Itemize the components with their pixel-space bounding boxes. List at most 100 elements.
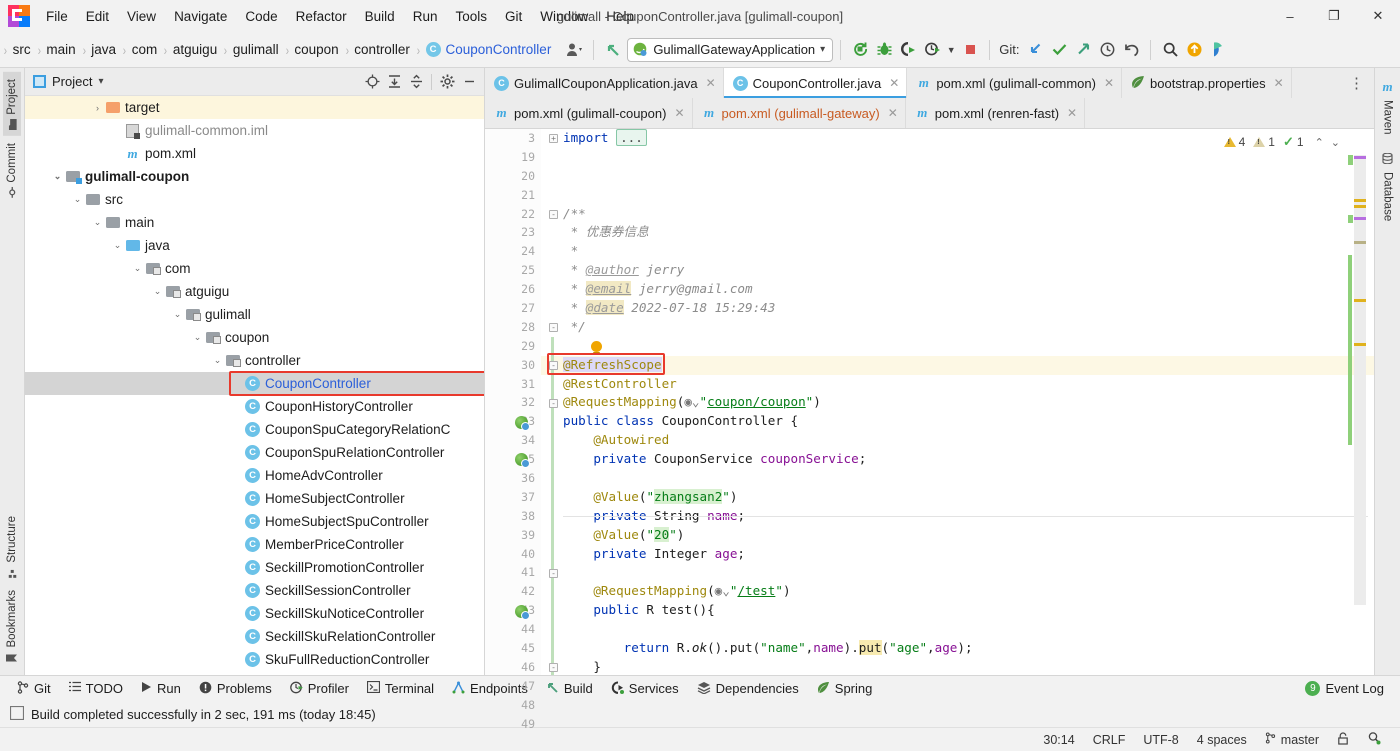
tree-expand-arrow[interactable]: ⌄ [171, 309, 184, 320]
spring-bean-gutter-icon[interactable] [515, 415, 530, 431]
web-mapping-icon[interactable]: ◉⌄ [684, 394, 699, 409]
tree-item-seckillskurelationcontroller[interactable]: C SeckillSkuRelationController [25, 625, 484, 648]
code-line-22[interactable]: /** [541, 205, 1374, 224]
profile-icon[interactable] [920, 38, 944, 62]
code-line-20[interactable] [541, 167, 1374, 186]
code-line-26[interactable]: * @email jerry@gmail.com [541, 280, 1374, 299]
hide-panel-icon[interactable] [458, 71, 480, 93]
toolwindow-terminal[interactable]: Terminal [358, 678, 443, 699]
event-log-button[interactable]: 9 Event Log [1305, 681, 1392, 696]
tree-expand-arrow[interactable]: ⌄ [131, 263, 144, 274]
code-fold-marker[interactable]: + [549, 134, 558, 143]
toolwindow-todo[interactable]: TODO [60, 678, 132, 699]
code-fold-marker[interactable]: - [549, 663, 558, 673]
close-icon[interactable]: ✕ [1274, 76, 1284, 90]
git-push-icon[interactable] [1071, 38, 1095, 62]
profile-dropdown-icon[interactable]: ▼ [944, 38, 958, 62]
tree-expand-arrow[interactable]: ⌄ [71, 194, 84, 205]
collapse-all-icon[interactable] [405, 71, 427, 93]
breadcrumb-main[interactable]: main [42, 38, 80, 62]
read-only-lock-icon[interactable] [1328, 730, 1358, 750]
toolwindow-run[interactable]: Run [132, 678, 190, 699]
editor-tabs-more-icon[interactable]: ⋮ [1339, 68, 1374, 98]
breadcrumb-gulimall[interactable]: gulimall [229, 38, 284, 62]
code-line-41[interactable] [541, 563, 1374, 582]
editor-tab-gulimallcouponapplication-java[interactable]: C GulimallCouponApplication.java ✕ [485, 68, 724, 98]
close-button[interactable]: ✕ [1356, 0, 1400, 32]
git-rollback-icon[interactable] [1119, 38, 1143, 62]
menu-help[interactable]: Help [597, 4, 643, 29]
tree-item-main[interactable]: ⌄ main [25, 211, 484, 234]
code-line-34[interactable]: @Autowired [541, 431, 1374, 450]
tree-item-memberpricecontroller[interactable]: C MemberPriceController [25, 533, 484, 556]
search-everywhere-icon[interactable] [1158, 38, 1182, 62]
close-icon[interactable]: ✕ [674, 106, 684, 120]
tree-expand-arrow[interactable]: ⌄ [151, 286, 164, 297]
sidebar-tab-structure[interactable]: Structure [3, 509, 21, 584]
code-content[interactable]: import .../** * 优惠券信息 * * @author jerry … [541, 129, 1374, 675]
web-mapping-icon[interactable]: ◉⌄ [715, 583, 730, 598]
close-icon[interactable]: ✕ [1067, 106, 1077, 120]
editor-tab-pom-xml-renren-fast-[interactable]: m pom.xml (renren-fast) ✕ [905, 98, 1086, 128]
run-configuration-selector[interactable]: GulimallGatewayApplication ▾ [627, 37, 834, 62]
minimize-button[interactable]: – [1268, 0, 1312, 32]
editor-tab-bootstrap-properties[interactable]: bootstrap.properties ✕ [1122, 68, 1292, 98]
tree-item-couponspucategoryrelationc[interactable]: C CouponSpuCategoryRelationC [25, 418, 484, 441]
code-fold-marker[interactable]: - [549, 568, 558, 578]
tree-item-gulimall-coupon[interactable]: ⌄ gulimall-coupon [25, 165, 484, 188]
menu-edit[interactable]: Edit [77, 4, 118, 29]
tree-item-gulimall-common-iml[interactable]: gulimall-common.iml [25, 119, 484, 142]
user-settings-icon[interactable] [562, 38, 586, 62]
code-line-35[interactable]: private CouponService couponService; [541, 450, 1374, 469]
tree-item-homesubjectspucontroller[interactable]: C HomeSubjectSpuController [25, 510, 484, 533]
code-line-27[interactable]: * @date 2022-07-18 15:29:43 [541, 299, 1374, 318]
git-update-icon[interactable] [1023, 38, 1047, 62]
menu-window[interactable]: Window [531, 4, 597, 29]
menu-run[interactable]: Run [404, 4, 447, 29]
project-tree[interactable]: › target gulimall-common.iml m pom.xml ⌄ gulim… [25, 96, 484, 675]
menu-git[interactable]: Git [496, 4, 531, 29]
code-fold-marker[interactable]: - [549, 360, 558, 370]
code-line-42[interactable]: @RequestMapping(◉⌄"/test") [541, 582, 1374, 601]
file-encoding[interactable]: UTF-8 [1134, 731, 1187, 749]
breadcrumb-atguigu[interactable]: atguigu [169, 38, 222, 62]
code-line-31[interactable]: @RestController [541, 375, 1374, 394]
next-problem-icon[interactable]: ⌄ [1329, 136, 1342, 149]
settings-gear-icon[interactable] [436, 71, 458, 93]
code-line-28[interactable]: */ [541, 318, 1374, 337]
ai-assistant-icon[interactable] [1206, 38, 1230, 62]
tree-item-seckillpromotioncontroller[interactable]: C SeckillPromotionController [25, 556, 484, 579]
code-fold-marker[interactable]: - [549, 323, 558, 332]
close-icon[interactable]: ✕ [706, 76, 716, 90]
breadcrumb-couponcontroller[interactable]: C CouponController [422, 38, 557, 62]
spring-bean-gutter-icon[interactable] [515, 604, 530, 620]
previous-problem-icon[interactable]: ⌃ [1313, 136, 1326, 149]
caret-position[interactable]: 30:14 [1034, 731, 1083, 749]
editor-tab-pom-xml-gulimall-gateway-[interactable]: m pom.xml (gulimall-gateway) ✕ [692, 98, 906, 128]
code-line-33[interactable]: public class CouponController { [541, 412, 1374, 431]
menu-tools[interactable]: Tools [446, 4, 496, 29]
vcs-changed-lines-marker[interactable] [551, 336, 554, 675]
toolwindow-spring[interactable]: Spring [808, 678, 882, 700]
menu-build[interactable]: Build [356, 4, 404, 29]
code-line-43[interactable]: public R test(){ [541, 601, 1374, 620]
tree-item-atguigu[interactable]: ⌄ atguigu [25, 280, 484, 303]
menu-code[interactable]: Code [236, 4, 286, 29]
tree-item-couponspurelationcontroller[interactable]: C CouponSpuRelationController [25, 441, 484, 464]
code-line-37[interactable]: @Value("zhangsan2") [541, 488, 1374, 507]
maximize-button[interactable]: ❐ [1312, 0, 1356, 32]
toolwindow-profiler[interactable]: Profiler [281, 678, 358, 700]
close-icon[interactable]: ✕ [1104, 76, 1114, 90]
rerun-icon[interactable] [848, 38, 872, 62]
close-icon[interactable]: ✕ [889, 76, 899, 90]
toolwindow-dependencies[interactable]: Dependencies [688, 678, 808, 700]
toolwindow-git[interactable]: Git [8, 678, 60, 700]
breadcrumb-coupon[interactable]: coupon [290, 38, 343, 62]
spring-bean-gutter-icon[interactable] [515, 453, 530, 469]
select-opened-file-icon[interactable] [361, 71, 383, 93]
tree-item-skuladdercontroller[interactable]: CSkuLadderController [25, 671, 484, 675]
editor-gutter[interactable]: 3 19 20 21 22 23 24 25 26 27 28 29 30 31 32 33 34 35 36 37 3… [485, 129, 541, 731]
tree-item-java[interactable]: ⌄ java [25, 234, 484, 257]
breadcrumb-src[interactable]: src [9, 38, 36, 62]
breadcrumb-controller[interactable]: controller [350, 38, 415, 62]
